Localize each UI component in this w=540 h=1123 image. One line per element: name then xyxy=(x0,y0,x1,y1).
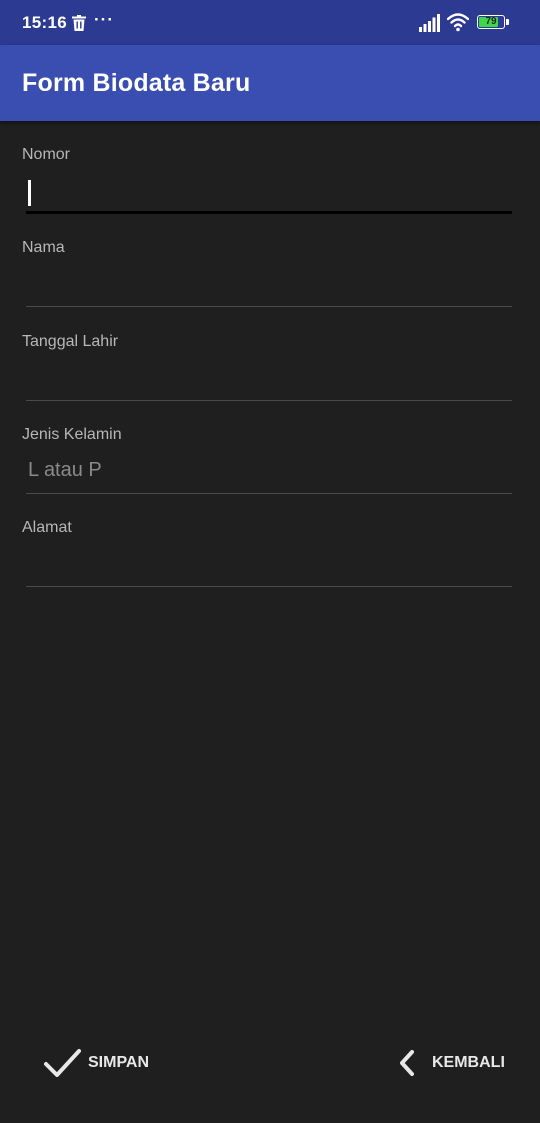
status-bar: 15:16 ··· 79 xyxy=(0,0,540,45)
signal-icon xyxy=(419,14,440,32)
field-nomor: Nomor xyxy=(0,146,540,236)
save-button[interactable]: SIMPAN xyxy=(42,1040,149,1086)
jenis-kelamin-label: Jenis Kelamin xyxy=(22,426,122,443)
page-title: Form Biodata Baru xyxy=(22,69,251,97)
check-icon xyxy=(44,1049,81,1077)
battery-icon: 79 xyxy=(477,15,511,31)
battery-level: 79 xyxy=(485,16,497,27)
alamat-input[interactable] xyxy=(26,541,512,587)
back-label: KEMBALI xyxy=(432,1054,505,1071)
field-nama: Nama xyxy=(0,239,540,329)
app-bar: Form Biodata Baru xyxy=(0,45,540,121)
text-cursor xyxy=(28,180,31,206)
tanggal-lahir-input[interactable] xyxy=(26,355,512,401)
more-dots-icon: ··· xyxy=(94,10,114,29)
wifi-icon xyxy=(447,13,469,32)
status-time: 15:16 xyxy=(22,13,67,32)
trash-icon xyxy=(72,15,86,31)
field-tanggal-lahir: Tanggal Lahir xyxy=(0,333,540,423)
nomor-label: Nomor xyxy=(22,146,71,163)
alamat-label: Alamat xyxy=(22,519,72,536)
battery-tip xyxy=(506,19,509,25)
nomor-input[interactable] xyxy=(26,168,512,214)
back-button[interactable]: KEMBALI xyxy=(396,1040,505,1086)
chevron-left-icon xyxy=(400,1050,414,1076)
field-alamat: Alamat xyxy=(0,519,540,609)
jenis-kelamin-input[interactable] xyxy=(26,448,512,494)
field-jenis-kelamin: Jenis Kelamin xyxy=(0,426,540,516)
save-label: SIMPAN xyxy=(88,1054,150,1071)
nama-label: Nama xyxy=(22,239,65,256)
tanggal-lahir-label: Tanggal Lahir xyxy=(22,333,119,350)
nama-input[interactable] xyxy=(26,261,512,307)
